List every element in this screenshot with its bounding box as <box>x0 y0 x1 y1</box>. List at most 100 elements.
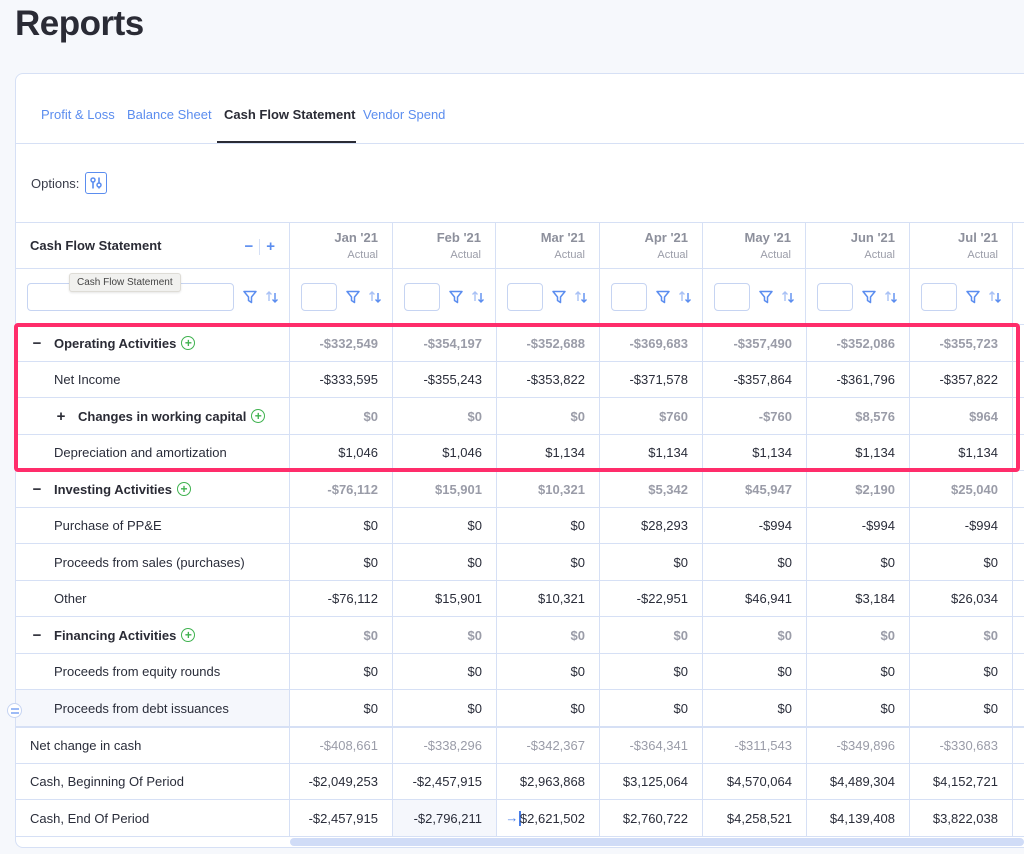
value-cell[interactable]: $2,190 <box>807 471 910 508</box>
value-cell[interactable]: $1,046 <box>290 435 393 471</box>
value-cell[interactable]: -$355,723 <box>910 325 1013 362</box>
value-cell[interactable]: $0 <box>703 617 807 654</box>
sort-button[interactable] <box>573 289 589 305</box>
value-cell[interactable]: $0 <box>807 654 910 690</box>
tab-vendor-spend[interactable]: Vendor Spend <box>363 107 445 122</box>
column-filter-input[interactable] <box>507 282 543 311</box>
value-cell[interactable]: → $2,621,502 <box>497 800 600 837</box>
value-cell[interactable]: -$338,296 <box>393 728 497 764</box>
add-row-icon[interactable]: + <box>181 336 196 350</box>
value-cell[interactable]: $0 <box>600 690 703 727</box>
value-cell[interactable]: -$361,796 <box>807 362 910 398</box>
value-cell[interactable]: $0 <box>393 508 497 544</box>
value-cell[interactable]: $0 <box>600 654 703 690</box>
tab-profit-loss[interactable]: Profit & Loss <box>41 107 115 122</box>
value-cell[interactable]: $4,489,304 <box>807 764 910 800</box>
column-filter-input[interactable] <box>921 282 957 311</box>
filter-button[interactable] <box>655 289 671 305</box>
filter-button[interactable] <box>861 289 877 305</box>
value-cell[interactable]: $28,293 <box>600 508 703 544</box>
value-cell[interactable]: $0 <box>290 544 393 581</box>
table-row[interactable]: − Financing Activities + $0 $0 $0 $0 $0 $0 $0 <box>16 617 1024 654</box>
add-row-icon[interactable]: + <box>177 482 191 496</box>
add-row-icon[interactable]: + <box>181 628 196 642</box>
value-cell[interactable]: -$994 <box>910 508 1013 544</box>
value-cell[interactable]: $15,901 <box>393 471 497 508</box>
value-cell[interactable]: $0 <box>703 544 807 581</box>
value-cell[interactable]: -$357,822 <box>910 362 1013 398</box>
value-cell[interactable]: $3,125,064 <box>600 764 703 800</box>
value-cell[interactable]: -$311,543 <box>703 728 807 764</box>
table-row[interactable]: Other -$76,112 $15,901 $10,321 -$22,951 $46,9… <box>16 581 1024 617</box>
value-cell[interactable]: -$357,490 <box>703 325 807 362</box>
filter-button[interactable] <box>448 289 464 305</box>
value-cell[interactable]: -$332,549 <box>290 325 393 362</box>
value-cell[interactable]: $0 <box>807 690 910 727</box>
value-cell[interactable]: $2,963,868 <box>497 764 600 800</box>
value-cell[interactable]: $0 <box>290 654 393 690</box>
value-cell[interactable]: -$354,197 <box>393 325 497 362</box>
value-cell[interactable]: $46,941 <box>703 581 807 617</box>
value-cell[interactable]: -$994 <box>703 508 807 544</box>
value-cell[interactable]: $0 <box>703 654 807 690</box>
value-cell[interactable]: $0 <box>497 398 600 435</box>
value-cell[interactable]: $0 <box>807 617 910 654</box>
filter-button[interactable] <box>965 289 981 305</box>
value-cell[interactable]: $10,321 <box>497 471 600 508</box>
value-cell[interactable]: $4,570,064 <box>703 764 807 800</box>
value-cell[interactable]: $0 <box>393 544 497 581</box>
sort-button[interactable] <box>677 289 693 305</box>
value-cell[interactable]: $26,034 <box>910 581 1013 617</box>
value-cell[interactable]: -$333,595 <box>290 362 393 398</box>
column-filter-input[interactable] <box>714 282 750 311</box>
value-cell[interactable]: $0 <box>497 690 600 727</box>
value-cell[interactable]: $25,040 <box>910 471 1013 508</box>
sort-button[interactable] <box>367 289 383 305</box>
value-cell[interactable]: $4,139,408 <box>807 800 910 837</box>
filter-button[interactable] <box>551 289 567 305</box>
table-row[interactable]: − Investing Activities + -$76,112 $15,901 $10… <box>16 471 1024 508</box>
value-cell[interactable]: -$355,243 <box>393 362 497 398</box>
value-cell[interactable]: $0 <box>600 617 703 654</box>
table-row[interactable]: Proceeds from debt issuances $0 $0 $0 $0 $0 $0… <box>16 690 1024 727</box>
column-header[interactable]: Jan '21 Actual <box>290 223 393 269</box>
sort-button[interactable] <box>264 289 280 305</box>
value-cell[interactable]: -$2,457,915 <box>393 764 497 800</box>
column-header[interactable]: Jul '21 Actual <box>910 223 1013 269</box>
value-cell[interactable]: -$76,112 <box>290 581 393 617</box>
value-cell[interactable]: $0 <box>290 690 393 727</box>
column-header[interactable]: Feb '21 Actual <box>393 223 496 269</box>
value-cell[interactable]: $964 <box>910 398 1013 435</box>
value-cell[interactable]: $0 <box>497 617 600 654</box>
collapse-toggle[interactable]: − <box>30 481 44 498</box>
value-cell[interactable]: -$330,683 <box>910 728 1013 764</box>
value-cell[interactable]: -$371,578 <box>600 362 703 398</box>
collapse-all-button[interactable]: − <box>244 238 253 255</box>
value-cell[interactable]: $0 <box>393 654 497 690</box>
filter-button[interactable] <box>345 289 361 305</box>
value-cell[interactable]: $1,134 <box>600 435 703 471</box>
column-header[interactable]: Mar '21 Actual <box>496 223 600 269</box>
sort-button[interactable] <box>883 289 899 305</box>
value-cell[interactable]: -$353,822 <box>497 362 600 398</box>
value-cell[interactable]: -$2,796,211 <box>393 800 497 837</box>
column-header[interactable]: Apr '21 Actual <box>600 223 703 269</box>
value-cell[interactable]: $10,321 <box>497 581 600 617</box>
value-cell[interactable]: -$76,112 <box>290 471 393 508</box>
table-row[interactable]: Net change in cash -$408,661 -$338,296 -$34… <box>16 727 1024 764</box>
value-cell[interactable]: $8,576 <box>807 398 910 435</box>
value-cell[interactable]: $0 <box>290 617 393 654</box>
table-row[interactable]: Proceeds from sales (purchases) $0 $0 $0 $0 $… <box>16 544 1024 581</box>
row-drag-handle[interactable] <box>7 703 22 718</box>
value-cell[interactable]: $0 <box>497 654 600 690</box>
value-cell[interactable]: -$994 <box>807 508 910 544</box>
value-cell[interactable]: $0 <box>910 690 1013 727</box>
value-cell[interactable]: $5,342 <box>600 471 703 508</box>
value-cell[interactable]: $0 <box>290 398 393 435</box>
collapse-toggle[interactable]: − <box>30 627 44 644</box>
value-cell[interactable]: $1,134 <box>703 435 807 471</box>
value-cell[interactable]: -$760 <box>703 398 807 435</box>
table-row[interactable]: + Changes in working capital + $0 $0 $0 $760 -$… <box>16 398 1024 435</box>
horizontal-scrollbar[interactable] <box>290 838 1024 846</box>
sort-button[interactable] <box>780 289 796 305</box>
